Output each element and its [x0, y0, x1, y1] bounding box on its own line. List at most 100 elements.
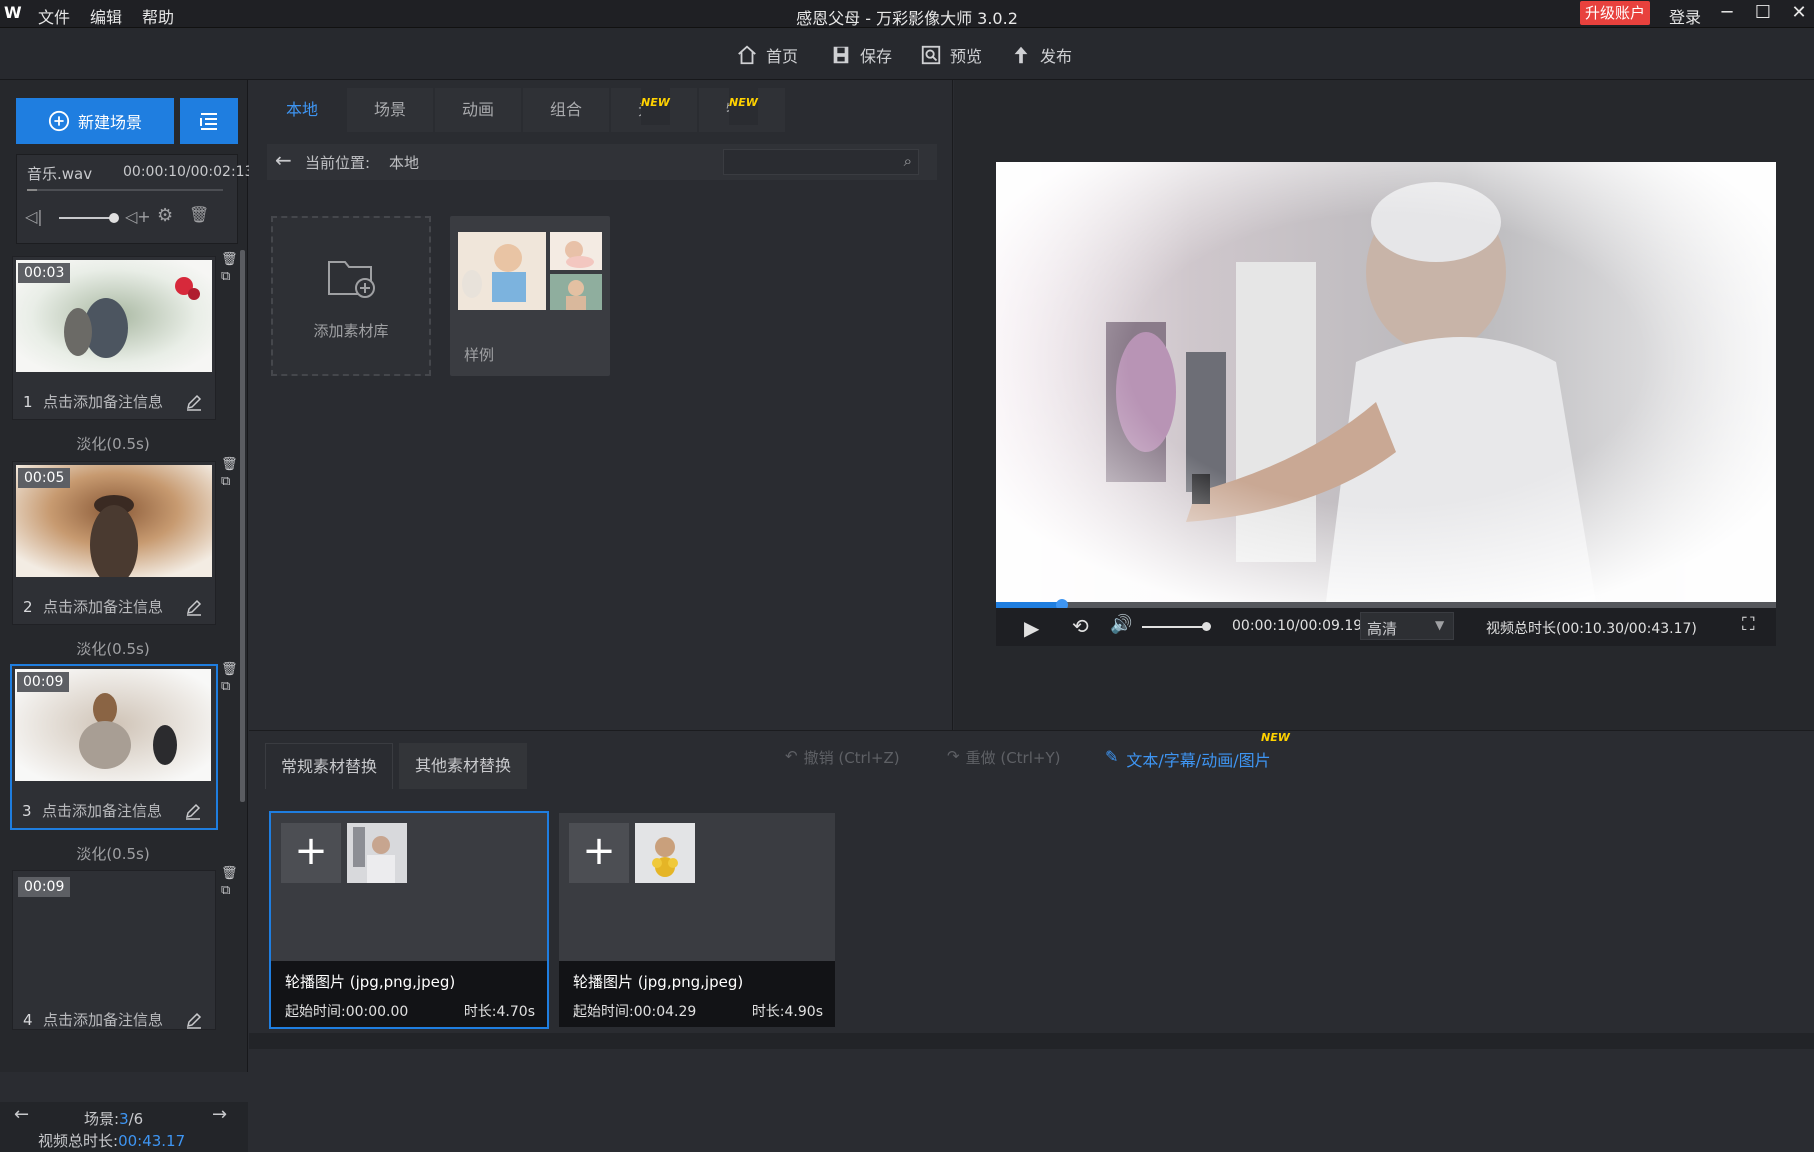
replace-card-2[interactable]: + 轮播图片 (jpg,png,jpeg) 起始时间:00:04.29 时长:4…: [559, 813, 835, 1027]
sample-thumbnail: [550, 274, 602, 310]
video-frame[interactable]: [996, 162, 1776, 602]
delete-scene-icon[interactable]: 🗑: [221, 866, 238, 881]
quality-select[interactable]: 高清 ▼: [1360, 612, 1454, 640]
scene-counter-current: 3: [119, 1110, 129, 1128]
redo-icon: ↷: [947, 747, 960, 765]
upgrade-account-button[interactable]: 升级账户: [1580, 1, 1650, 25]
path-label: 当前位置:: [305, 154, 371, 172]
pencil-icon[interactable]: [185, 1011, 203, 1029]
tab-animation[interactable]: 动画: [435, 88, 521, 132]
fade-in-icon[interactable]: ◁+: [125, 207, 151, 226]
undo-label: 撤销 (Ctrl+Z): [803, 749, 900, 767]
title-bar: W 文件 编辑 帮助 感恩父母 - 万彩影像大师 3.0.2 升级账户 登录 ─…: [0, 0, 1814, 28]
play-icon[interactable]: ▶: [1024, 616, 1039, 640]
scene-note[interactable]: 点击添加备注信息: [43, 596, 163, 617]
tab-local[interactable]: 本地: [259, 88, 345, 132]
player-volume-handle[interactable]: [1202, 622, 1211, 631]
scene-panel: 新建场景 音乐.wav 00:00:10/00:02:13 ◁| ◁+ ⚙ 🗑 …: [0, 80, 253, 1152]
app-logo: W: [4, 3, 22, 22]
main-toolbar: 首页 保存 预览 发布: [0, 28, 1814, 80]
add-image-button[interactable]: +: [569, 823, 629, 883]
new-scene-label: 新建场景: [77, 113, 142, 132]
new-scene-button[interactable]: 新建场景: [16, 98, 174, 144]
pencil-icon[interactable]: [184, 802, 202, 820]
tab-effect[interactable]: 特效 NEW: [699, 81, 785, 132]
scene-item-2[interactable]: 00:05 2 点击添加备注信息: [12, 461, 216, 625]
new-badge: NEW: [641, 81, 670, 125]
tab-element[interactable]: 元素 NEW: [611, 81, 697, 132]
fade-out-icon[interactable]: ◁|: [25, 207, 43, 226]
scene-note[interactable]: 点击添加备注信息: [43, 391, 163, 412]
delete-scene-icon[interactable]: 🗑: [221, 457, 238, 472]
gear-icon[interactable]: ⚙: [157, 205, 173, 226]
pencil-icon[interactable]: [185, 393, 203, 411]
copy-scene-icon[interactable]: ⧉: [221, 474, 235, 489]
menu-file[interactable]: 文件: [38, 4, 70, 28]
copy-scene-icon[interactable]: ⧉: [221, 679, 235, 694]
home-icon: [738, 45, 756, 65]
search-input[interactable]: ⌕: [723, 149, 919, 175]
save-button[interactable]: 保存: [830, 41, 892, 69]
scene-note[interactable]: 点击添加备注信息: [42, 800, 162, 821]
login-button[interactable]: 登录: [1669, 4, 1701, 28]
undo-button[interactable]: ↶ 撤销 (Ctrl+Z): [785, 747, 900, 768]
add-image-button[interactable]: +: [281, 823, 341, 883]
music-progress[interactable]: [27, 189, 223, 191]
search-icon[interactable]: ⌕: [904, 152, 912, 170]
card-thumbnail: [347, 823, 407, 883]
scene-item-3[interactable]: 00:09 3 点击添加备注信息: [10, 664, 218, 830]
trash-icon[interactable]: 🗑: [189, 205, 209, 224]
sample-folder[interactable]: 样例: [450, 216, 610, 376]
menu-edit[interactable]: 编辑: [90, 4, 122, 28]
pencil-icon[interactable]: [185, 598, 203, 616]
copy-scene-icon[interactable]: ⧉: [221, 269, 235, 284]
redo-button[interactable]: ↷ 重做 (Ctrl+Y): [947, 747, 1060, 768]
publish-button[interactable]: 发布: [1010, 41, 1072, 69]
replay-icon[interactable]: ⟲: [1072, 614, 1089, 638]
path-value[interactable]: 本地: [389, 152, 419, 173]
maximize-icon[interactable]: ☐: [1750, 2, 1776, 26]
scene-list-button[interactable]: [180, 98, 238, 144]
tab-regular-replace[interactable]: 常规素材替换: [265, 743, 393, 789]
tab-combo[interactable]: 组合: [523, 88, 609, 132]
transition-label[interactable]: 淡化(0.5s): [0, 638, 226, 659]
prev-scene-arrow-icon[interactable]: ←: [14, 1104, 29, 1125]
tab-other-replace[interactable]: 其他素材替换: [399, 743, 527, 789]
tab-scene[interactable]: 场景: [347, 88, 433, 132]
scene-note[interactable]: 点击添加备注信息: [43, 1009, 163, 1030]
text-subtitle-animation-link[interactable]: ✎ 文本/字幕/动画/图片: [1105, 747, 1271, 771]
horizontal-scrollbar[interactable]: [249, 1033, 1814, 1049]
player-volume-slider[interactable]: [1142, 626, 1208, 628]
scene-index: 4: [23, 1011, 33, 1029]
close-icon[interactable]: ✕: [1786, 2, 1812, 26]
copy-scene-icon[interactable]: ⧉: [221, 883, 235, 898]
replace-card-1[interactable]: + 轮播图片 (jpg,png,jpeg) 起始时间:00:00.00 时长:4…: [269, 811, 549, 1029]
home-button[interactable]: 首页: [736, 41, 798, 69]
preview-button[interactable]: 预览: [920, 41, 982, 69]
scene-scrollbar[interactable]: [240, 250, 245, 802]
scene-item-1[interactable]: 00:03 1 点击添加备注信息: [12, 256, 216, 420]
pencil-icon: ✎: [1105, 747, 1119, 766]
volume-icon[interactable]: 🔊: [1110, 614, 1132, 635]
redo-label: 重做 (Ctrl+Y): [965, 749, 1061, 767]
back-arrow-icon[interactable]: ←: [275, 148, 292, 172]
total-duration-value: 00:43.17: [118, 1132, 186, 1150]
next-scene-arrow-icon[interactable]: →: [212, 1104, 227, 1125]
transition-label[interactable]: 淡化(0.5s): [0, 433, 226, 454]
scene-item-4[interactable]: 00:09 4 点击添加备注信息: [12, 870, 216, 1030]
total-duration: 视频总时长:00:43.17: [38, 1130, 185, 1151]
fullscreen-icon[interactable]: ⛶: [1742, 614, 1755, 635]
menu-help[interactable]: 帮助: [142, 4, 174, 28]
replace-panel: 常规素材替换 其他素材替换 ↶ 撤销 (Ctrl+Z) ↷ 重做 (Ctrl+Y) …: [249, 730, 1814, 1072]
music-volume-handle[interactable]: [109, 213, 119, 223]
player-controls: ▶ ⟲ 🔊 00:00:10/00:09.19 高清 ▼ 视频总时长(00:10…: [996, 608, 1776, 646]
card-start-time: 起始时间:00:00.00: [285, 1004, 409, 1020]
music-time: 00:00:10/00:02:13: [123, 164, 254, 180]
delete-scene-icon[interactable]: 🗑: [221, 252, 238, 267]
add-library-button[interactable]: 添加素材库: [271, 216, 431, 376]
delete-scene-icon[interactable]: 🗑: [221, 662, 238, 677]
scene-duration: 00:05: [18, 468, 71, 488]
transition-label[interactable]: 淡化(0.5s): [0, 843, 226, 864]
minimize-icon[interactable]: ─: [1714, 2, 1740, 26]
music-volume-slider[interactable]: [59, 217, 113, 219]
